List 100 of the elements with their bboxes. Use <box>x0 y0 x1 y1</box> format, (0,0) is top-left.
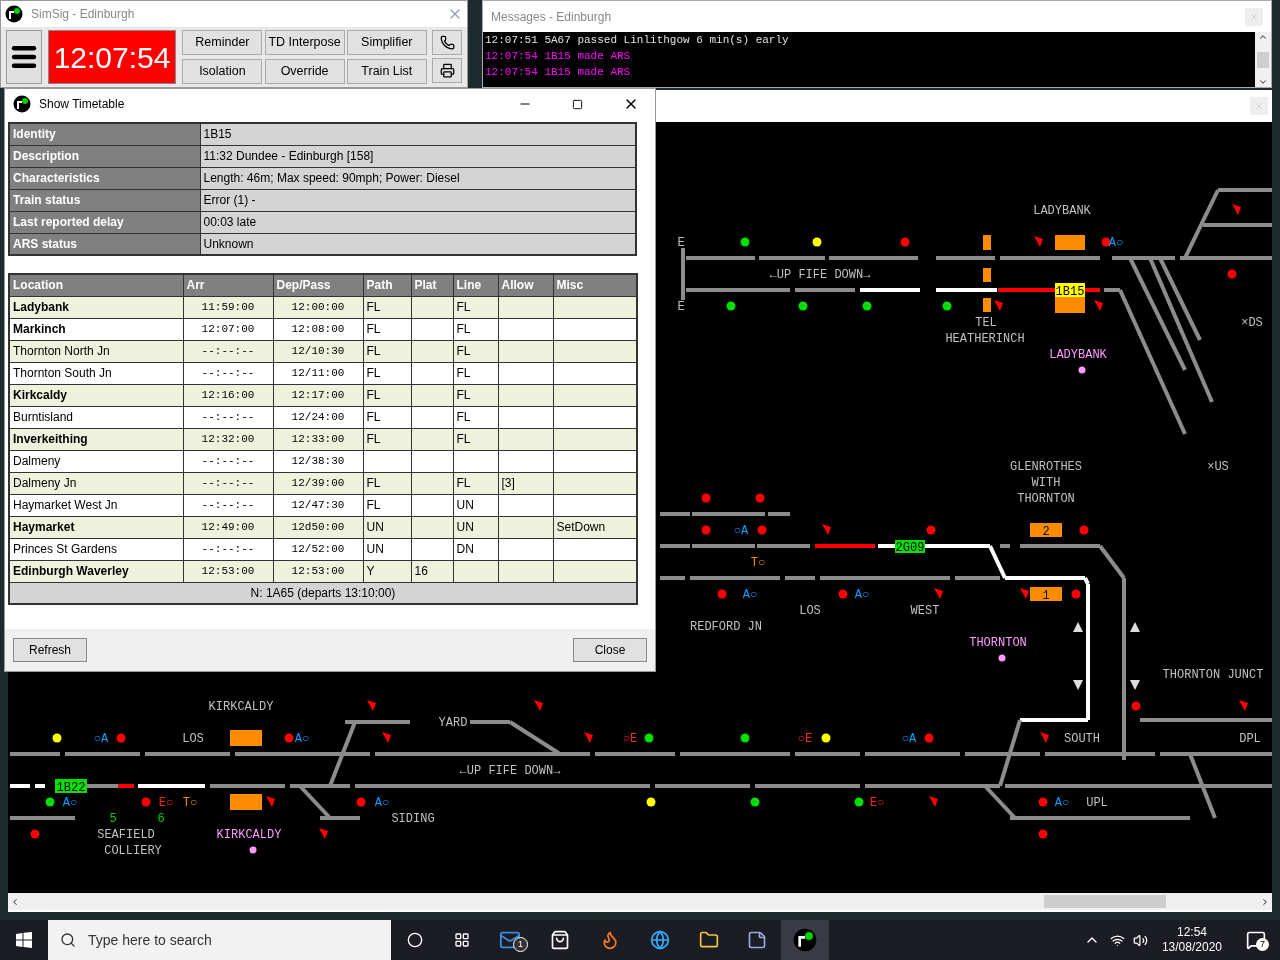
column-header[interactable]: Dep/Pass <box>273 274 363 296</box>
scroll-left-icon[interactable] <box>10 896 20 907</box>
diagram-label: ○A <box>733 524 749 538</box>
toolbar-button[interactable]: Simplifier <box>346 30 427 55</box>
signal-light[interactable] <box>812 237 822 247</box>
diagram-label: TEL <box>975 316 997 330</box>
train-description[interactable]: 1B15 <box>1055 285 1085 299</box>
mail-icon[interactable] <box>499 929 521 951</box>
shunt-signal-icon[interactable] <box>319 828 328 839</box>
window-title: Show Timetable <box>39 96 126 113</box>
task-view-icon[interactable] <box>453 932 470 948</box>
table-cell: 12:17:00 <box>273 384 363 406</box>
table-cell: 12:53:00 <box>183 560 273 582</box>
signal-light[interactable] <box>644 733 654 743</box>
table-cell: --:--:-- <box>183 494 273 516</box>
toolbar-button[interactable]: TD Interpose <box>264 30 345 55</box>
signal-light[interactable] <box>821 733 831 743</box>
menu-button[interactable] <box>6 30 42 84</box>
signal-light[interactable] <box>740 733 750 743</box>
column-header[interactable]: Misc <box>553 274 637 296</box>
table-cell <box>498 560 553 582</box>
volume-icon[interactable] <box>1132 932 1148 948</box>
close-icon <box>1254 101 1264 111</box>
toolbar-button[interactable]: Isolation <box>182 58 263 84</box>
train-description[interactable]: 2G09 <box>895 541 925 555</box>
search-field[interactable]: Type here to search <box>48 920 391 960</box>
column-header[interactable]: Line <box>453 274 498 296</box>
shunt-signal-icon[interactable] <box>584 732 593 743</box>
shunt-signal-icon[interactable] <box>266 796 275 807</box>
table-cell <box>411 406 453 428</box>
column-header[interactable]: Plat <box>411 274 453 296</box>
maximize-icon[interactable] <box>572 98 583 110</box>
folder-icon[interactable] <box>699 930 719 950</box>
window-title: Messages - Edinburgh <box>491 8 613 26</box>
table-cell <box>411 362 453 384</box>
clock-date[interactable]: 13/08/2020 <box>1161 940 1222 955</box>
shunt-signal-icon[interactable] <box>1040 732 1049 743</box>
shunt-signal-icon[interactable] <box>1232 204 1241 215</box>
signal-light[interactable] <box>52 733 62 743</box>
clock-display: 12:07:54 <box>47 30 177 84</box>
signal-light[interactable] <box>45 797 55 807</box>
cortana-icon[interactable] <box>406 932 423 948</box>
signal-light[interactable] <box>942 301 952 311</box>
shunt-signal-icon[interactable] <box>934 588 943 599</box>
horizontal-scrollbar[interactable] <box>8 893 1272 910</box>
signal-light[interactable] <box>854 797 864 807</box>
phone-button[interactable] <box>432 30 462 55</box>
diagram-label: E○ <box>869 796 885 810</box>
store-icon[interactable] <box>550 930 570 950</box>
dialog-button[interactable]: Refresh <box>13 638 87 662</box>
dialog-button[interactable]: Close <box>573 638 647 662</box>
shunt-signal-icon[interactable] <box>534 700 543 711</box>
signal-light[interactable] <box>646 797 656 807</box>
app-logo-icon <box>13 95 31 113</box>
column-header[interactable]: Allow <box>498 274 553 296</box>
table-cell: FL <box>363 340 411 362</box>
print-button[interactable] <box>432 58 462 83</box>
signal-light[interactable] <box>726 301 736 311</box>
column-header[interactable]: Arr <box>183 274 273 296</box>
shunt-signal-icon[interactable] <box>929 796 938 807</box>
table-cell: 12/24:00 <box>273 406 363 428</box>
signal-light[interactable] <box>862 301 872 311</box>
toolbar-button[interactable]: Override <box>264 58 345 84</box>
message-line: 12:07:54 1B15 made ARS <box>485 65 632 80</box>
diagram-label: WITH <box>1031 476 1061 490</box>
signal-light[interactable] <box>740 237 750 247</box>
shunt-signal-icon[interactable] <box>382 732 391 743</box>
scroll-right-icon[interactable] <box>1260 896 1270 907</box>
shunt-signal-icon[interactable] <box>1034 236 1043 247</box>
arrow-icon <box>1073 622 1083 632</box>
scroll-down-icon[interactable] <box>1258 77 1268 87</box>
signal-light[interactable] <box>798 301 808 311</box>
diagram-label: ○A <box>901 732 917 746</box>
signal-light[interactable] <box>1101 237 1111 247</box>
shunt-signal-icon[interactable] <box>994 300 1003 311</box>
shunt-signal-icon[interactable] <box>1094 300 1103 311</box>
scrollbar[interactable] <box>1255 32 1271 87</box>
train-description[interactable]: 2 <box>1042 525 1050 539</box>
scroll-up-icon[interactable] <box>1258 32 1268 42</box>
toolbar-button[interactable]: Reminder <box>182 30 263 55</box>
simsig-taskbar-button[interactable] <box>781 920 829 960</box>
train-description[interactable]: 1B22 <box>56 781 86 795</box>
column-header[interactable]: Location <box>9 274 183 296</box>
train-description[interactable]: 1 <box>1042 589 1050 603</box>
table-cell: 12/47:30 <box>273 494 363 516</box>
shunt-signal-icon[interactable] <box>822 524 831 535</box>
table-cell: --:--:-- <box>183 340 273 362</box>
signal-light[interactable] <box>750 797 760 807</box>
shunt-signal-icon[interactable] <box>1239 700 1248 711</box>
windows-logo-icon[interactable] <box>16 932 32 948</box>
clock-time[interactable]: 12:54 <box>1176 925 1207 940</box>
wifi-icon[interactable] <box>1109 932 1125 948</box>
shunt-signal-icon[interactable] <box>367 700 376 711</box>
diagram-label: ○A <box>93 732 109 746</box>
toolbar-button[interactable]: Train List <box>346 58 427 84</box>
detail-value: Error (1) - <box>200 189 636 211</box>
notifications-icon[interactable] <box>1246 930 1266 950</box>
station-name: THORNTON <box>969 636 1027 650</box>
column-header[interactable]: Path <box>363 274 411 296</box>
table-cell <box>411 296 453 318</box>
